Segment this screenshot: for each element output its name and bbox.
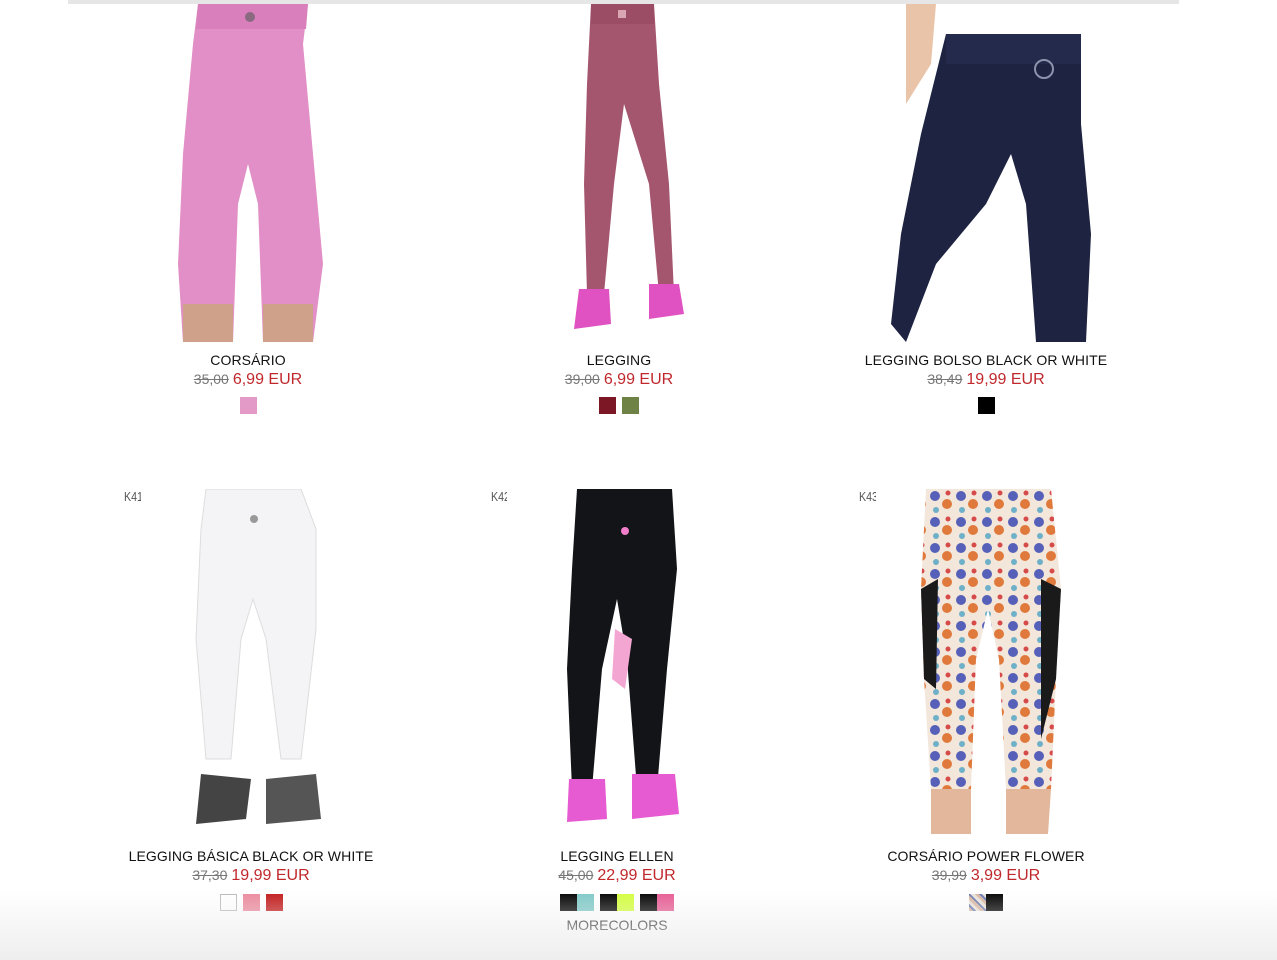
- product-prices: 39,99 3,99 EUR: [836, 867, 1136, 885]
- color-swatch[interactable]: [640, 894, 657, 911]
- color-swatches: [467, 894, 767, 911]
- color-swatch[interactable]: [560, 894, 577, 911]
- product-image[interactable]: [509, 4, 729, 342]
- sale-price: 6,99 EUR: [603, 371, 674, 388]
- old-price: 37,30: [192, 867, 228, 883]
- color-swatch[interactable]: [986, 894, 1003, 911]
- color-swatch[interactable]: [617, 894, 634, 911]
- color-swatch[interactable]: [242, 894, 260, 911]
- sale-price: 19,99 EUR: [966, 371, 1045, 388]
- old-price: 35,00: [193, 371, 229, 387]
- product-image[interactable]: [138, 4, 358, 342]
- color-swatches: [469, 397, 769, 414]
- product-image[interactable]: [507, 489, 727, 834]
- color-swatch[interactable]: [977, 397, 995, 414]
- color-swatch[interactable]: [657, 894, 674, 911]
- product-name[interactable]: LEGGING BOLSO BLACK OR WHITE: [836, 352, 1136, 368]
- old-price: 45,00: [558, 867, 594, 883]
- product-prices: 45,00 22,99 EUR: [467, 867, 767, 885]
- color-swatch[interactable]: [599, 397, 616, 414]
- product-image[interactable]: [876, 4, 1096, 342]
- more-colors-link[interactable]: MORECOLORS: [467, 917, 767, 933]
- product-prices: 37,30 19,99 EUR: [101, 867, 401, 885]
- product-name[interactable]: LEGGING: [469, 352, 769, 368]
- sale-price: 19,99 EUR: [231, 867, 310, 884]
- color-swatch[interactable]: [577, 894, 594, 911]
- color-swatches: [836, 397, 1136, 414]
- old-price: 38,49: [927, 371, 963, 387]
- color-swatch[interactable]: [622, 397, 639, 414]
- color-swatches: [836, 894, 1136, 911]
- product-name[interactable]: LEGGING BÁSICA BLACK OR WHITE: [101, 848, 401, 864]
- color-swatches: [101, 894, 401, 911]
- color-swatch[interactable]: [600, 894, 617, 911]
- old-price: 39,99: [931, 867, 967, 883]
- color-swatch[interactable]: [239, 397, 257, 414]
- product-image[interactable]: [141, 489, 361, 834]
- sale-price: 22,99 EUR: [597, 867, 676, 884]
- sale-price: 6,99 EUR: [232, 371, 303, 388]
- color-swatches: [98, 397, 398, 414]
- product-prices: 38,49 19,99 EUR: [836, 371, 1136, 389]
- product-name[interactable]: CORSÁRIO: [98, 352, 398, 368]
- color-swatch[interactable]: [219, 894, 237, 911]
- product-prices: 35,00 6,99 EUR: [98, 371, 398, 389]
- sale-price: 3,99 EUR: [970, 867, 1041, 884]
- product-name[interactable]: LEGGING ELLEN: [467, 848, 767, 864]
- color-swatch[interactable]: [265, 894, 283, 911]
- product-prices: 39,00 6,99 EUR: [469, 371, 769, 389]
- color-swatch-floral[interactable]: [969, 894, 986, 911]
- product-image[interactable]: [876, 489, 1096, 834]
- old-price: 39,00: [564, 371, 600, 387]
- product-name[interactable]: CORSÁRIO POWER FLOWER: [836, 848, 1136, 864]
